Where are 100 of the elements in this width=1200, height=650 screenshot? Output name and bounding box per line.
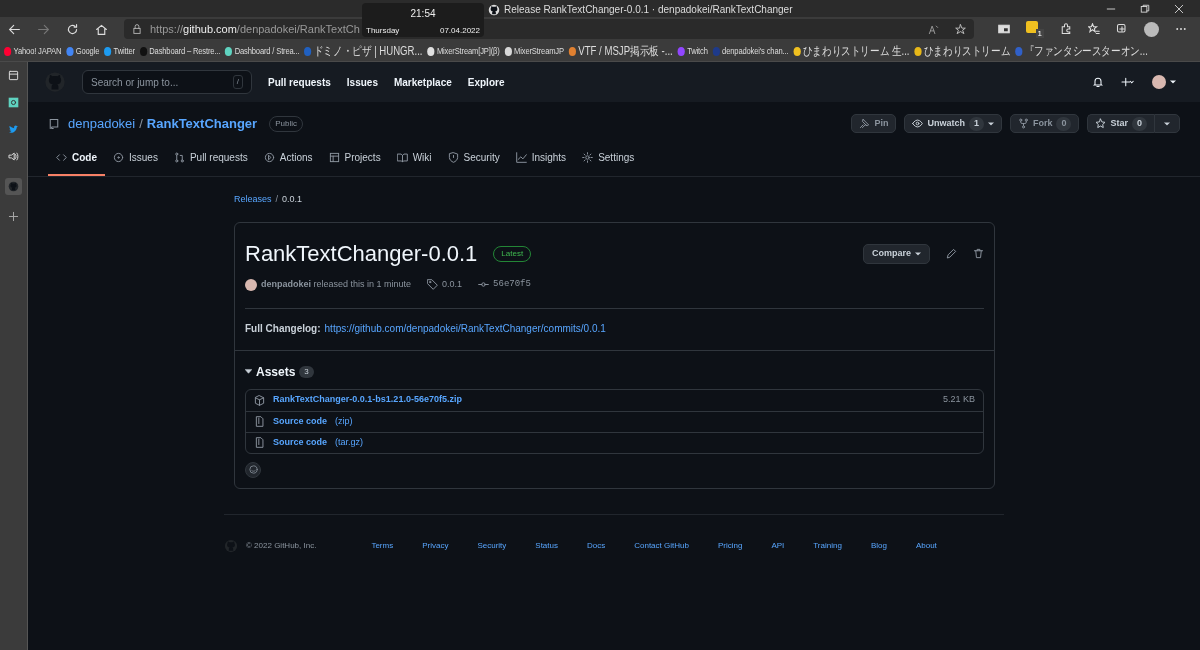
smiley-icon	[248, 465, 258, 474]
restore-icon[interactable]	[1140, 3, 1150, 14]
star-button[interactable]: Star 0	[1087, 114, 1154, 134]
badge-count: 1	[1035, 28, 1044, 38]
footer-link[interactable]: Pricing	[717, 539, 743, 552]
tag-link[interactable]: 0.0.1	[442, 278, 463, 292]
assets-count: 3	[299, 365, 314, 378]
back-icon[interactable]	[8, 22, 21, 36]
footer-link[interactable]: Privacy	[422, 539, 449, 552]
repo-tab[interactable]: Insights	[507, 149, 575, 176]
user-menu[interactable]	[1152, 75, 1176, 89]
read-aloud-icon[interactable]	[928, 23, 939, 35]
add-icon[interactable]	[8, 211, 19, 222]
home-icon[interactable]	[95, 22, 108, 36]
caret-icon	[915, 250, 921, 257]
bookmark[interactable]: VTF / MSJP掲示板 -...	[568, 42, 673, 60]
bookmark[interactable]: Dashboard / Strea...	[225, 43, 300, 59]
bookmark[interactable]: Yahoo! JAPAN	[4, 43, 62, 59]
settings-icon	[582, 151, 594, 163]
repo-tab[interactable]: Actions	[255, 149, 321, 176]
delete-icon[interactable]	[973, 248, 984, 259]
nav-link[interactable]: Marketplace	[393, 74, 452, 90]
favorite-icon[interactable]	[955, 23, 966, 35]
security-icon	[447, 151, 459, 163]
repo-link[interactable]: RankTextChanger	[146, 114, 258, 134]
dropdown-button[interactable]	[1154, 114, 1180, 134]
projects-icon	[328, 151, 340, 163]
footer-link[interactable]: Contact GitHub	[634, 539, 689, 552]
count-label: 0	[1132, 117, 1147, 131]
repo-tab[interactable]: Wiki	[388, 149, 440, 176]
asset-link[interactable]: RankTextChanger-0.0.1-bs1.21.0-56e70f5.zip	[273, 393, 462, 407]
caret-icon	[1170, 79, 1176, 85]
file-zip-icon	[254, 437, 265, 448]
favorites-icon[interactable]	[1088, 23, 1100, 35]
asset-link[interactable]: Source code	[273, 414, 328, 429]
repo-tab[interactable]: Projects	[320, 149, 389, 176]
disclosure-icon[interactable]	[245, 368, 252, 375]
bookmark[interactable]: Twitter	[104, 43, 135, 59]
release-title: RankTextChanger-0.0.1	[245, 240, 478, 268]
footer-link[interactable]: Security	[477, 539, 507, 552]
footer-link[interactable]: API	[771, 539, 785, 552]
speaker-icon[interactable]	[8, 151, 19, 162]
bell-icon[interactable]	[1092, 76, 1104, 88]
bookmark[interactable]: 『ファンタシースターオン...	[1015, 42, 1148, 60]
edit-icon[interactable]	[946, 248, 957, 259]
repo-tab[interactable]: Pull requests	[165, 149, 256, 176]
twitter-icon[interactable]	[8, 124, 19, 135]
owner-link[interactable]: denpadokei	[68, 114, 136, 134]
bookmark[interactable]: ひまわりストリーム	[914, 42, 1011, 60]
bookmark[interactable]: ドミノ・ピザ | HUNGR...	[304, 42, 423, 60]
commit-link[interactable]: 56e70f5	[493, 278, 531, 292]
repo-tab[interactable]: Issues	[105, 149, 166, 176]
bookmark[interactable]: denpadokei's chan...	[712, 43, 789, 59]
bookmark[interactable]: Google	[66, 43, 100, 59]
profile-avatar[interactable]	[1144, 21, 1159, 37]
nav-link[interactable]: Pull requests	[268, 74, 331, 90]
close-icon[interactable]	[1174, 3, 1184, 14]
collections-icon[interactable]	[1116, 23, 1128, 35]
package-icon	[254, 394, 265, 406]
footer-link[interactable]: Blog	[870, 539, 887, 552]
plus-icon[interactable]	[1120, 76, 1136, 88]
asset-link[interactable]: Source code	[273, 435, 328, 450]
tabs-icon[interactable]	[8, 70, 19, 81]
clock-day: Thursday	[366, 25, 400, 37]
bookmark[interactable]: Dashboard – Restre...	[139, 43, 221, 59]
reaction-button[interactable]	[245, 461, 261, 478]
breadcrumb-separator: /	[275, 192, 279, 206]
wiki-icon	[396, 151, 408, 163]
search-field[interactable]: Search or jump to... /	[82, 70, 252, 94]
star-icon	[1095, 118, 1107, 130]
reload-icon[interactable]	[66, 22, 79, 36]
window-icon[interactable]	[998, 23, 1010, 35]
watch-button[interactable]: Unwatch 1	[904, 114, 1002, 134]
footer-link[interactable]: About	[915, 539, 937, 552]
bookmark[interactable]: Twitch	[677, 43, 708, 59]
puzzle-icon[interactable]	[1060, 23, 1072, 35]
code-icon	[56, 151, 67, 163]
changelog-link[interactable]: https://github.com/denpadokei/RankTextChanger/commits/0.0.1	[324, 320, 606, 336]
repo-tab[interactable]: Settings	[574, 149, 643, 176]
copyright-text: © 2022 GitHub, Inc.	[246, 539, 317, 552]
footer-link[interactable]: Training	[813, 539, 842, 552]
count-label: 1	[968, 117, 984, 131]
bookmark[interactable]: MixerStreamJP	[504, 43, 564, 59]
footer-link[interactable]: Terms	[371, 539, 394, 552]
nav-link[interactable]: Issues	[346, 74, 378, 90]
asset-size: 5.21 KB	[942, 393, 975, 407]
breadcrumb-link[interactable]: Releases	[234, 192, 272, 206]
compare-button[interactable]: Compare	[863, 243, 930, 264]
bookmark[interactable]: ひまわりストリーム 生...	[793, 42, 910, 60]
search-placeholder: Search or jump to...	[91, 75, 179, 90]
forward-icon[interactable]	[37, 22, 50, 36]
bookmark[interactable]: MixerStream[JP](β)	[427, 43, 500, 59]
tab-title[interactable]: Release RankTextChanger-0.0.1 · denpadokei/RankTextChanger	[504, 2, 793, 17]
footer-link[interactable]: Status	[535, 539, 558, 552]
nav-link[interactable]: Explore	[467, 74, 505, 90]
app-icon[interactable]	[8, 97, 19, 108]
repo-tab[interactable]: Security	[439, 149, 508, 176]
clock-time: 21:54	[410, 7, 436, 21]
footer-link[interactable]: Docs	[587, 539, 606, 552]
repo-tab[interactable]: Code	[48, 149, 105, 176]
